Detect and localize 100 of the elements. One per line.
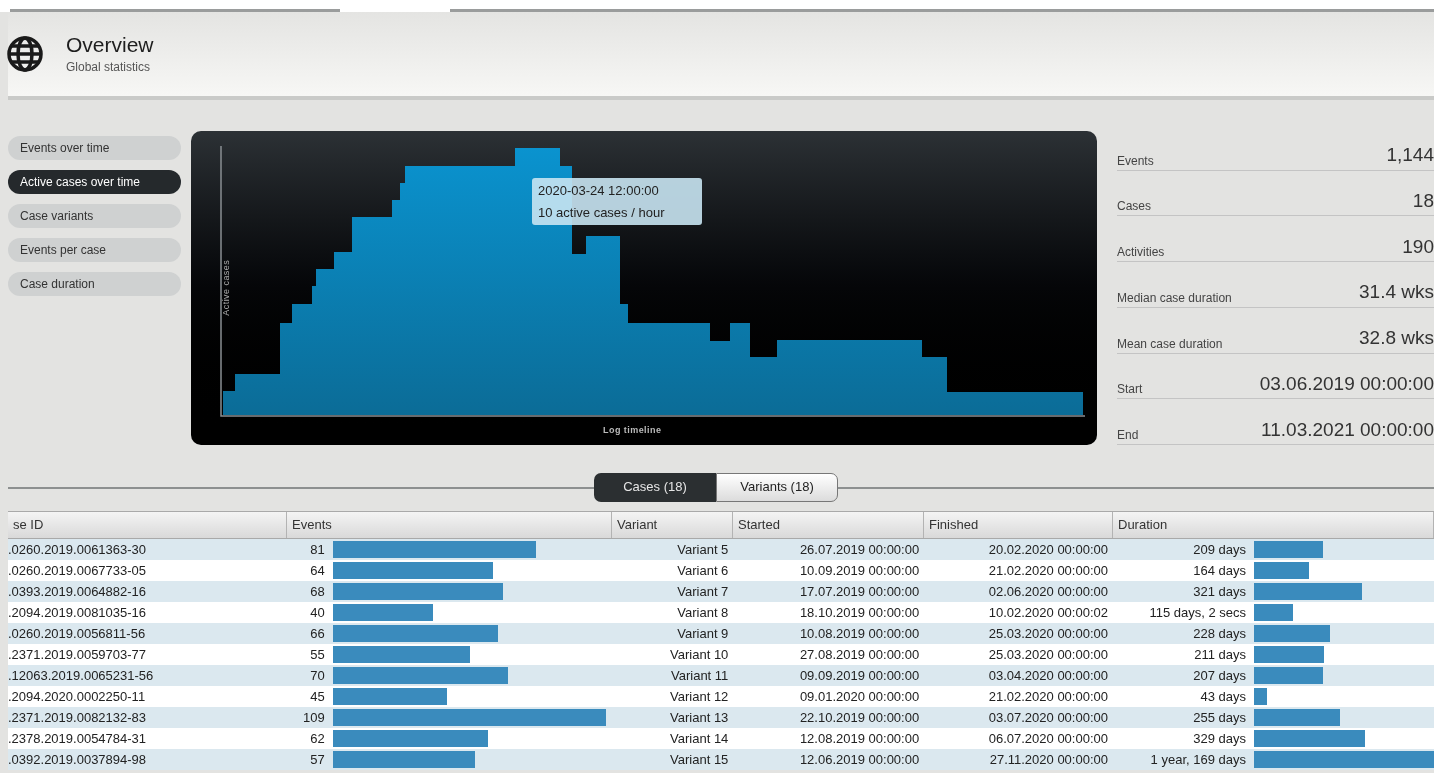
stat-value: 31.4 wks <box>1359 278 1434 308</box>
stat-label: Mean case duration <box>1117 334 1359 354</box>
table-cell-text: Variant 11 <box>670 667 730 685</box>
stat-label: Activities <box>1117 243 1403 263</box>
table-cell-text: 1 year, 169 days <box>1149 751 1247 769</box>
value-bar <box>1254 604 1293 621</box>
stat-label: End <box>1117 426 1262 446</box>
table-cell-text: Variant 9 <box>676 625 730 643</box>
table-cell-text: 255 days <box>1192 709 1247 727</box>
view-button[interactable]: Active cases over time <box>8 170 181 194</box>
page-subtitle: Global statistics <box>66 59 152 77</box>
stat-label: Cases <box>1117 197 1413 217</box>
stat-value: 32.8 wks <box>1359 324 1434 354</box>
table-cell-text: 21.02.2020 00:00:00 <box>987 562 1109 580</box>
table-cell-text: 228 days <box>1192 625 1247 643</box>
table-cell-text: 68 <box>309 583 326 601</box>
table-cell-text: Variant 5 <box>676 541 730 559</box>
table-cell-text: 43 days <box>1199 688 1247 706</box>
globe-icon <box>6 35 44 73</box>
table-cell-text: Variant 8 <box>676 604 730 622</box>
table-cell-text: 207 days <box>1192 667 1247 685</box>
table-cell-text: .0260.2019.0067733-05 <box>8 562 148 580</box>
table-cell-text: 25.03.2020 00:00:00 <box>987 646 1109 664</box>
table-cell-text: 209 days <box>1192 541 1247 559</box>
tab[interactable]: Variants (18) <box>716 472 838 502</box>
tab[interactable]: Cases (18) <box>594 472 716 502</box>
table-cell-text: 64 <box>309 562 326 580</box>
table-cell-text: 62 <box>309 730 326 748</box>
column-header[interactable]: Duration <box>1113 512 1434 538</box>
table-cell-text: .2094.2019.0081035-16 <box>8 604 148 622</box>
table-cell-text: 06.07.2020 00:00:00 <box>987 730 1109 748</box>
table-cell-text: 17.07.2019 00:00:00 <box>798 583 921 601</box>
table-cell-text: 45 <box>309 688 326 706</box>
table-cell-text: .0260.2019.0056811-56 <box>8 625 147 643</box>
table-cell-text: 12.06.2019 00:00:00 <box>798 751 921 769</box>
table-cell-text: Variant 15 <box>669 751 730 769</box>
page-title: Overview <box>66 31 154 58</box>
table-cell-text: 03.04.2020 00:00:00 <box>987 667 1109 685</box>
table-cell-text: 164 days <box>1192 562 1247 580</box>
tooltip-date: 2020-03-24 12:00:00 <box>538 182 660 200</box>
view-button[interactable]: Case duration <box>8 272 181 296</box>
table-cell-text: 57 <box>309 751 326 769</box>
table-cell-text: .2371.2019.0059703-77 <box>8 646 148 664</box>
table-cell-text: 10.02.2020 00:00:02 <box>987 604 1109 622</box>
table-cell-text: Variant 13 <box>669 709 730 727</box>
y-axis-label: Active cases <box>220 259 233 316</box>
table-cell-text: .0260.2019.0061363-30 <box>8 541 148 559</box>
column-header[interactable]: se ID <box>8 512 287 538</box>
table-cell-text: 03.07.2020 00:00:00 <box>987 709 1109 727</box>
table-cell-text: 329 days <box>1192 730 1247 748</box>
table-cell-text: 40 <box>309 604 326 622</box>
table-cell-text: 81 <box>309 541 326 559</box>
table-cell-text: .0393.2019.0064882-16 <box>8 583 148 601</box>
table-cell-text: 115 days, 2 secs <box>1148 604 1247 622</box>
stat-value: 190 <box>1402 232 1434 263</box>
table-cell-text: 12.08.2019 00:00:00 <box>798 730 921 748</box>
table-cell-text: .2371.2019.0082132-83 <box>8 709 148 727</box>
table-cell-text: 02.06.2020 00:00:00 <box>987 583 1109 601</box>
table-cell-text: Variant 10 <box>669 646 730 664</box>
table-cell-text: 55 <box>309 646 326 664</box>
stat-value: 03.06.2019 00:00:00 <box>1259 369 1434 400</box>
value-bar <box>1254 667 1323 684</box>
table-cell-text: 25.03.2020 00:00:00 <box>987 625 1109 643</box>
column-header[interactable]: Finished <box>924 512 1113 538</box>
table-cell-text: .0392.2019.0037894-98 <box>8 751 148 769</box>
stat-label: Start <box>1117 380 1260 400</box>
stat-label: Events <box>1117 151 1387 171</box>
table-cell-text: 09.01.2020 00:00:00 <box>798 688 921 706</box>
view-button[interactable]: Events over time <box>8 136 181 160</box>
table-cell-text: 211 days <box>1193 646 1247 664</box>
view-button[interactable]: Events per case <box>8 238 181 262</box>
table-cell-text: 18.10.2019 00:00:00 <box>798 604 921 622</box>
table-cell-text: 27.08.2019 00:00:00 <box>798 646 921 664</box>
value-bar <box>1254 688 1267 705</box>
table-cell-text: Variant 7 <box>676 583 730 601</box>
stat-label: Median case duration <box>1117 288 1359 308</box>
table-cell-text: 10.09.2019 00:00:00 <box>798 562 921 580</box>
table-cell-text: Variant 6 <box>676 562 730 580</box>
stat-value: 11.03.2021 00:00:00 <box>1261 415 1434 446</box>
value-bar <box>1254 541 1323 558</box>
table-cell-text: 70 <box>309 667 326 685</box>
table-cell-text: Variant 12 <box>669 688 730 706</box>
stat-value: 18 <box>1412 186 1434 217</box>
table-cell-text: 21.02.2020 00:00:00 <box>987 688 1109 706</box>
table-cell-text: .2094.2020.0002250-11 <box>8 688 147 706</box>
table-cell-text: .2378.2019.0054784-31 <box>8 730 148 748</box>
column-header[interactable]: Variant <box>612 512 733 538</box>
table-cell-text: 26.07.2019 00:00:00 <box>798 541 921 559</box>
value-bar <box>1254 646 1324 663</box>
table-cell-text: 20.02.2020 00:00:00 <box>987 541 1109 559</box>
view-button[interactable]: Case variants <box>8 204 181 228</box>
x-axis-label: Log timeline <box>603 424 662 437</box>
table-cell-text: Variant 14 <box>669 730 730 748</box>
table-cell-text: 10.08.2019 00:00:00 <box>798 625 921 643</box>
table-cell-text: .12063.2019.0065231-56 <box>8 667 155 685</box>
value-bar <box>1254 562 1309 579</box>
column-header[interactable]: Started <box>733 512 924 538</box>
column-header[interactable]: Events <box>287 512 612 538</box>
table-cell-text: 109 <box>302 709 326 727</box>
table-cell-text: 22.10.2019 00:00:00 <box>798 709 921 727</box>
